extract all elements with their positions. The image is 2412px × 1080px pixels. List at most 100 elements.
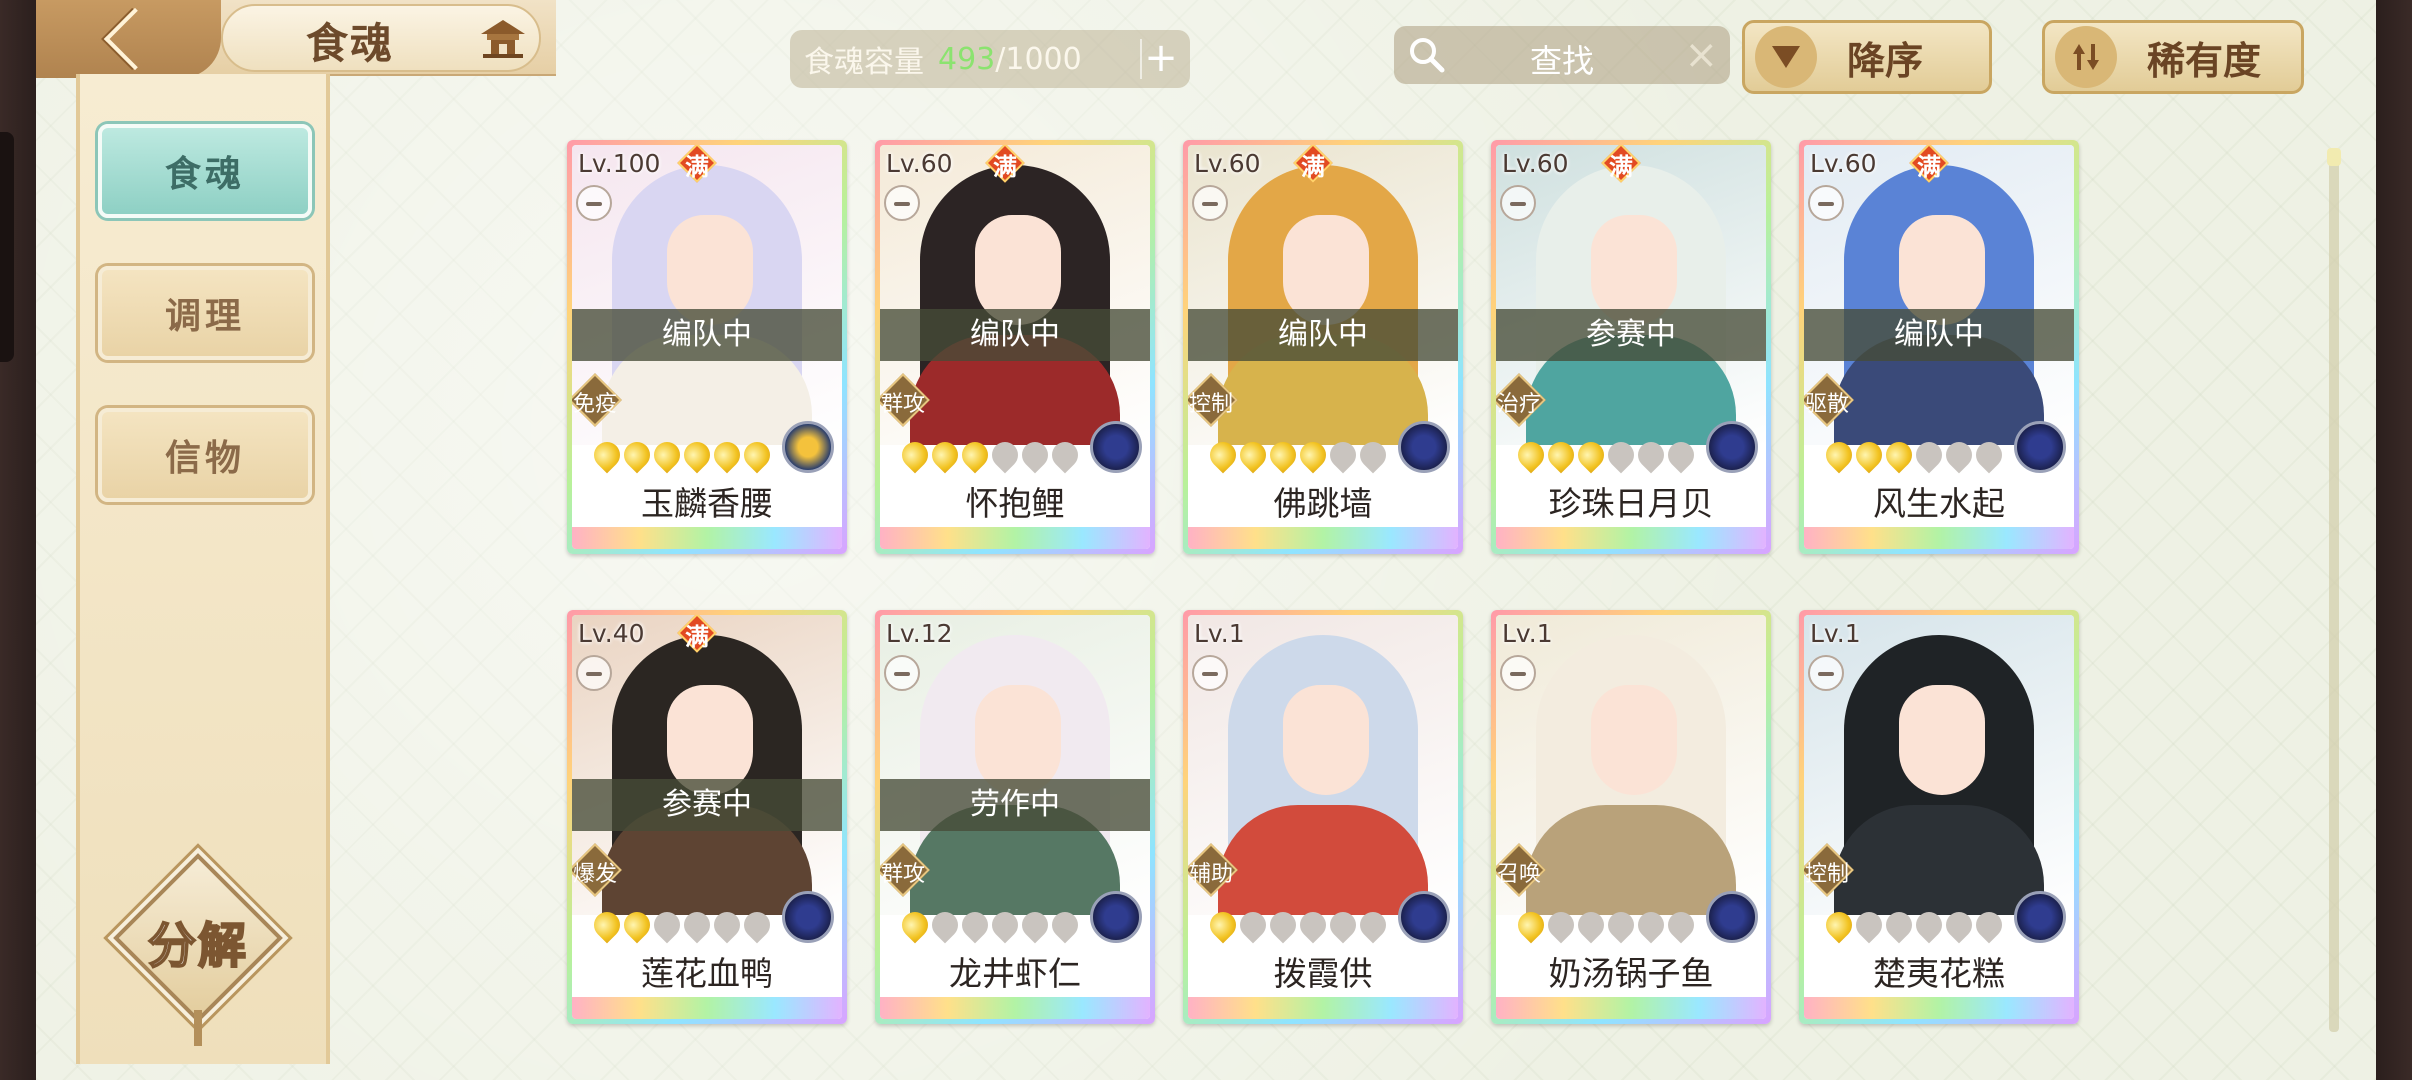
- food-soul-card[interactable]: Lv.1 控制 楚夷花糕: [1799, 610, 2079, 1024]
- decompose-button[interactable]: 分解: [113, 853, 283, 1046]
- screen: 食魂 食魂容量 493 /1000 + 查找 × 降序 稀有度 食魂 调理 信物…: [36, 0, 2376, 1080]
- capacity-add-button[interactable]: +: [1140, 38, 1180, 79]
- max-badge-text: 满: [685, 153, 709, 181]
- card-body: Lv.1 辅助 拨霞供: [1188, 615, 1458, 1019]
- star-icon: [708, 436, 746, 474]
- element-flower-icon: [782, 421, 834, 473]
- sidebar-item-tokens[interactable]: 信物: [98, 408, 312, 502]
- status-badge: 编队中: [880, 309, 1150, 361]
- sidebar-item-food-souls[interactable]: 食魂: [98, 124, 312, 218]
- card-body: Lv.60 满编队中 控制 佛跳墙: [1188, 145, 1458, 549]
- clear-search-icon[interactable]: ×: [1684, 32, 1718, 78]
- page-title: 食魂: [306, 19, 395, 68]
- sidebar-item-label: 信物: [164, 437, 245, 479]
- star-icon: [986, 436, 1024, 474]
- star-icon: [1046, 436, 1084, 474]
- card-rarity-strip: [1804, 527, 2074, 549]
- role-label: 召唤: [1496, 862, 1541, 887]
- status-badge: 参赛中: [572, 779, 842, 831]
- back-chevron-icon: [103, 7, 166, 71]
- food-soul-grid: Lv.100 满编队中 免疫 玉麟香腰 Lv.60 满编队中 群攻 怀抱鲤 Lv.60 满编队中控…: [567, 140, 2127, 1040]
- food-soul-card[interactable]: Lv.60 满编队中 群攻 怀抱鲤: [875, 140, 1155, 554]
- sort-descending-button[interactable]: 降序: [1742, 20, 1992, 94]
- sort-descending-label: 降序: [1847, 37, 1924, 83]
- decompose-label: 分解: [147, 917, 248, 975]
- star-icon: [1542, 906, 1580, 944]
- lock-toggle-icon[interactable]: [1500, 655, 1536, 691]
- star-icon: [1662, 906, 1700, 944]
- character-name: 楚夷花糕: [1804, 951, 2074, 997]
- max-badge-text: 满: [1609, 153, 1633, 181]
- star-icon: [678, 906, 716, 944]
- lock-toggle-icon[interactable]: [884, 185, 920, 221]
- lock-toggle-icon[interactable]: [576, 655, 612, 691]
- star-icon: [1820, 906, 1858, 944]
- max-level-badge: 满: [1909, 145, 1949, 183]
- lock-toggle-icon[interactable]: [1808, 655, 1844, 691]
- food-soul-card[interactable]: Lv.1 辅助 拨霞供: [1183, 610, 1463, 1024]
- lock-toggle-icon[interactable]: [1192, 185, 1228, 221]
- role-badge: 控制: [1804, 843, 1854, 897]
- role-label: 驱散: [1804, 392, 1849, 417]
- scrollbar-track[interactable]: [2329, 148, 2339, 1032]
- lock-toggle-icon[interactable]: [1192, 655, 1228, 691]
- food-soul-card[interactable]: Lv.1 召唤 奶汤锅子鱼: [1491, 610, 1771, 1024]
- level-label: Lv.60: [1502, 149, 1569, 178]
- star-icon: [648, 906, 686, 944]
- status-badge: 编队中: [1188, 309, 1458, 361]
- role-badge: 控制: [1188, 373, 1238, 427]
- star-icon: [708, 906, 746, 944]
- role-badge: 爆发: [572, 843, 622, 897]
- sidebar-item-conditioning[interactable]: 调理: [98, 266, 312, 360]
- scrollbar-thumb[interactable]: [2327, 148, 2341, 166]
- star-icon: [1970, 436, 2008, 474]
- food-soul-card[interactable]: Lv.100 满编队中 免疫 玉麟香腰: [567, 140, 847, 554]
- star-rating: [588, 436, 776, 474]
- card-body: Lv.1 召唤 奶汤锅子鱼: [1496, 615, 1766, 1019]
- star-icon: [588, 906, 626, 944]
- star-icon: [956, 436, 994, 474]
- star-icon: [618, 436, 656, 474]
- device-notch: [0, 132, 14, 362]
- star-icon: [1970, 906, 2008, 944]
- star-icon: [1512, 436, 1550, 474]
- lock-toggle-icon[interactable]: [1808, 185, 1844, 221]
- star-rating: [1512, 906, 1700, 944]
- star-icon: [648, 436, 686, 474]
- lock-toggle-icon[interactable]: [884, 655, 920, 691]
- lock-toggle-icon[interactable]: [1500, 185, 1536, 221]
- sort-rarity-button[interactable]: 稀有度: [2042, 20, 2304, 94]
- character-name: 龙井虾仁: [880, 951, 1150, 997]
- star-icon: [1204, 436, 1242, 474]
- card-rarity-strip: [1188, 997, 1458, 1019]
- food-soul-card[interactable]: Lv.12 劳作中 群攻 龙井虾仁: [875, 610, 1155, 1024]
- star-icon: [618, 906, 656, 944]
- role-badge: 治疗: [1496, 373, 1546, 427]
- search-field[interactable]: 查找 ×: [1394, 26, 1730, 84]
- character-name: 奶汤锅子鱼: [1496, 951, 1766, 997]
- card-rarity-strip: [1188, 527, 1458, 549]
- star-icon: [1662, 436, 1700, 474]
- food-soul-card[interactable]: Lv.60 满编队中 驱散 风生水起: [1799, 140, 2079, 554]
- star-icon: [1016, 436, 1054, 474]
- status-badge: 参赛中: [1496, 309, 1766, 361]
- capacity-current: 493: [938, 41, 996, 77]
- sidebar-item-label: 食魂: [164, 153, 245, 195]
- back-button[interactable]: [36, 0, 221, 78]
- star-icon: [1632, 436, 1670, 474]
- element-flower-icon: [2014, 891, 2066, 943]
- capacity-indicator: 食魂容量 493 /1000 +: [790, 30, 1190, 88]
- star-icon: [1940, 906, 1978, 944]
- element-flower-icon: [1398, 421, 1450, 473]
- food-soul-card[interactable]: Lv.40 满参赛中 爆发 莲花血鸭: [567, 610, 847, 1024]
- food-soul-card[interactable]: Lv.60 满编队中 控制 佛跳墙: [1183, 140, 1463, 554]
- max-badge-text: 满: [993, 153, 1017, 181]
- lock-toggle-icon[interactable]: [576, 185, 612, 221]
- star-icon: [1046, 906, 1084, 944]
- level-label: Lv.40: [578, 619, 645, 648]
- star-icon: [1850, 906, 1888, 944]
- role-badge: 驱散: [1804, 373, 1854, 427]
- food-soul-card[interactable]: Lv.60 满参赛中 治疗 珍珠日月贝: [1491, 140, 1771, 554]
- card-body: Lv.1 控制 楚夷花糕: [1804, 615, 2074, 1019]
- home-icon[interactable]: [479, 18, 527, 60]
